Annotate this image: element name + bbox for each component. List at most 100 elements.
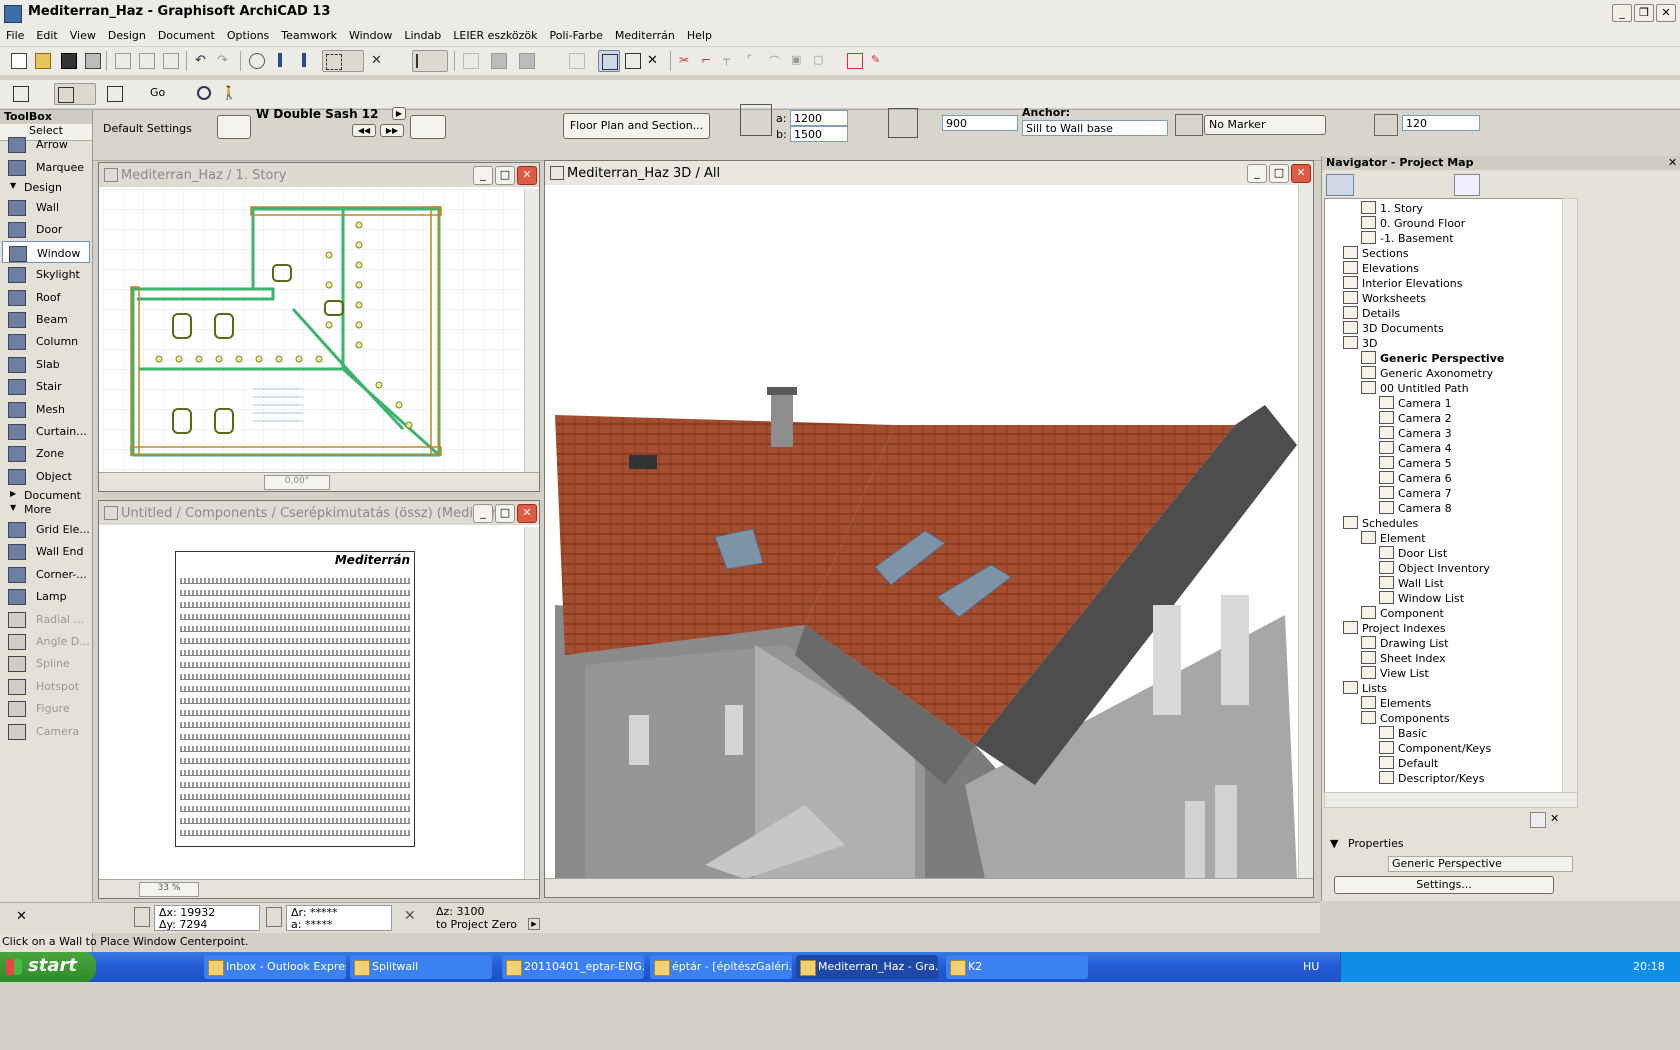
3d-close-icon[interactable]: ✕ [1291, 164, 1311, 183]
nav-item-3d-documents[interactable]: 3D Documents [1343, 321, 1444, 336]
quick-launch[interactable] [100, 957, 190, 977]
tool-curtain[interactable]: Curtain... [2, 420, 90, 442]
tool-camera[interactable]: Camera [2, 720, 90, 742]
nav-item-generic-axonometry[interactable]: Generic Axonometry [1361, 366, 1493, 381]
3d-minimize-icon[interactable]: _ [1247, 164, 1267, 183]
settings-button[interactable]: Settings... [1334, 876, 1554, 894]
window-settings-icon[interactable] [217, 115, 251, 139]
menu-teamwork[interactable]: Teamwork [275, 26, 343, 46]
nav-item-1-story[interactable]: 1. Story [1361, 201, 1423, 216]
tool-roof[interactable]: Roof [2, 286, 90, 308]
nav-item-window-list[interactable]: Window List [1379, 591, 1464, 606]
lock-icon[interactable] [566, 50, 586, 70]
tool-marquee[interactable]: Marquee [2, 156, 90, 178]
taskbar-item[interactable]: K2 [946, 955, 1088, 979]
navigator-hscrollbar[interactable] [1324, 792, 1578, 808]
nav-item-camera-4[interactable]: Camera 4 [1379, 441, 1452, 456]
language-indicator[interactable]: HU [1303, 960, 1319, 973]
start-button[interactable]: start [0, 952, 96, 982]
navigator-vscrollbar[interactable] [1562, 198, 1578, 794]
3d-navigation-icons[interactable] [551, 882, 811, 894]
nav-item-worksheets[interactable]: Worksheets [1343, 291, 1426, 306]
intersect-icon[interactable]: ┬ [720, 50, 740, 70]
nav-item-schedules[interactable]: Schedules [1343, 516, 1418, 531]
relative-coord-icon[interactable] [134, 907, 150, 927]
nav-item-view-list[interactable]: View List [1361, 666, 1429, 681]
nav-item-descriptor-keys[interactable]: Descriptor/Keys [1379, 771, 1485, 786]
menu-poli-farbe[interactable]: Poli-Farbe [544, 26, 609, 46]
nav-item-elements[interactable]: Elements [1361, 696, 1431, 711]
type-next-icon[interactable]: ▶ [392, 107, 406, 120]
elevate-icon[interactable] [844, 50, 864, 70]
components-maximize-icon[interactable]: □ [495, 504, 515, 523]
tool-figure[interactable]: Figure [2, 697, 90, 719]
undo-icon[interactable]: ↶ [192, 50, 212, 70]
properties-toggle-icon[interactable]: ▼ [1330, 837, 1338, 850]
prev-icon[interactable]: ◀◀ [352, 124, 376, 137]
tool-hotspot[interactable]: Hotspot [2, 675, 90, 697]
tool-door[interactable]: Door [2, 218, 90, 240]
nav-item-camera-1[interactable]: Camera 1 [1379, 396, 1452, 411]
navigator-menu-icon[interactable] [1326, 174, 1354, 196]
menu-help[interactable]: Help [681, 26, 718, 46]
3d-maximize-icon[interactable]: □ [1269, 164, 1289, 183]
nav-item-object-inventory[interactable]: Object Inventory [1379, 561, 1490, 576]
restore-icon[interactable]: ❐ [1634, 4, 1654, 22]
more-section-header[interactable]: ▼ More [2, 502, 90, 517]
plan-maximize-icon[interactable]: □ [495, 166, 515, 185]
mirror-icon[interactable] [410, 115, 446, 139]
table-icon[interactable] [622, 50, 642, 70]
zoom-field[interactable]: 33 % [139, 882, 199, 897]
tool-window[interactable]: Window [2, 240, 90, 263]
polar-coord-icon[interactable] [266, 907, 282, 927]
layout-book-icon[interactable] [1514, 174, 1538, 194]
magic-wand-icon[interactable] [246, 50, 266, 70]
nav-item-sections[interactable]: Sections [1343, 246, 1409, 261]
fillet-icon[interactable]: ⌜ [744, 50, 764, 70]
taskbar-item[interactable]: Splitwall [350, 955, 492, 979]
navigator-settings-icon[interactable] [1530, 812, 1546, 828]
publisher-sets-icon[interactable] [1544, 174, 1568, 194]
nav-item-camera-2[interactable]: Camera 2 [1379, 411, 1452, 426]
nav-item-project-indexes[interactable]: Project Indexes [1343, 621, 1446, 636]
taskbar-item[interactable]: Mediterran_Haz - Gra... [796, 955, 938, 979]
send-backward-icon[interactable] [516, 50, 536, 70]
design-section-header[interactable]: ▼ Design [2, 180, 90, 195]
taskbar-item[interactable]: éptár - [építészGaléri... [650, 955, 792, 979]
tool-mesh[interactable]: Mesh [2, 398, 90, 420]
tool-lamp[interactable]: Lamp [2, 585, 90, 607]
next-icon[interactable]: ▶▶ [380, 124, 404, 137]
plan-close-icon[interactable]: ✕ [517, 166, 537, 185]
nav-item-drawing-list[interactable]: Drawing List [1361, 636, 1448, 651]
plan-vscrollbar[interactable] [524, 189, 539, 473]
menu-window[interactable]: Window [343, 26, 398, 46]
nav-item-component[interactable]: Component [1361, 606, 1444, 621]
bring-forward-icon[interactable] [488, 50, 508, 70]
polar-field[interactable]: Δr: ***** a: ***** [286, 905, 392, 931]
menu-view[interactable]: View [64, 26, 102, 46]
nav-item-components[interactable]: Components [1361, 711, 1450, 726]
reference-menu-icon[interactable]: ▶ [528, 918, 540, 930]
3d-render[interactable] [545, 185, 1297, 879]
minimize-icon[interactable]: _ [1612, 4, 1632, 22]
b-field[interactable]: 1500 [790, 126, 848, 142]
nav-item-wall-list[interactable]: Wall List [1379, 576, 1444, 591]
tool-stair[interactable]: Stair [2, 375, 90, 397]
delete-icon[interactable]: ✕ [644, 50, 664, 70]
nav-item-details[interactable]: Details [1343, 306, 1400, 321]
nav-item-component-keys[interactable]: Component/Keys [1379, 741, 1491, 756]
split-icon[interactable]: ✂ [676, 50, 696, 70]
guide-lines-icon[interactable] [412, 50, 448, 72]
menu-mediterran[interactable]: Mediterrán [609, 26, 681, 46]
print-icon[interactable] [82, 50, 102, 70]
nav-item-interior-elevations[interactable]: Interior Elevations [1343, 276, 1462, 291]
align-icon[interactable] [460, 50, 480, 70]
tool-wall[interactable]: Wall [2, 196, 90, 218]
explode-icon[interactable]: ▢ [810, 50, 830, 70]
nav-item-3d[interactable]: 3D [1343, 336, 1377, 351]
tool-object[interactable]: Object [2, 465, 90, 487]
sill-height-field[interactable]: 900 [942, 115, 1018, 131]
syringe-icon[interactable] [294, 50, 314, 70]
plan-angle-field[interactable]: 0,00° [264, 475, 330, 490]
project-map-icon[interactable] [1454, 174, 1480, 196]
